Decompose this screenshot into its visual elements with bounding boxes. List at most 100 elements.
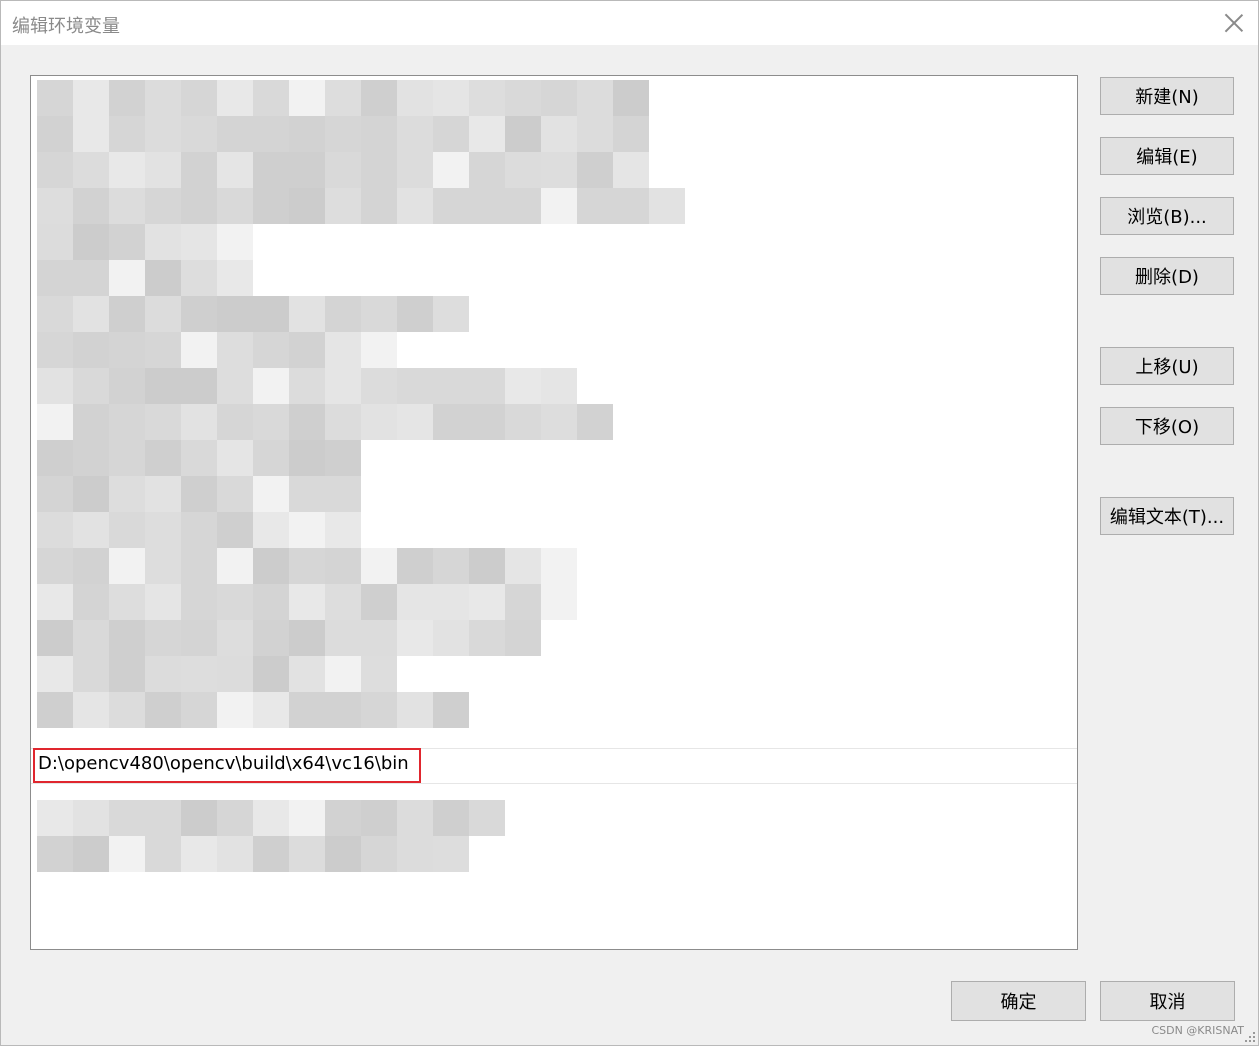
redacted-cell — [145, 116, 181, 152]
redacted-cell — [613, 188, 649, 224]
redacted-cell — [37, 296, 73, 332]
move-down-button[interactable]: 下移(O) — [1100, 407, 1234, 445]
delete-button[interactable]: 删除(D) — [1100, 257, 1234, 295]
redacted-cell — [217, 620, 253, 656]
redacted-cell — [217, 260, 253, 296]
redacted-cell — [217, 188, 253, 224]
redacted-cell — [217, 116, 253, 152]
redacted-cell — [253, 512, 289, 548]
redacted-cell — [37, 368, 73, 404]
redacted-cell — [289, 620, 325, 656]
redacted-cell — [37, 620, 73, 656]
edit-button[interactable]: 编辑(E) — [1100, 137, 1234, 175]
redacted-cell — [577, 116, 613, 152]
redacted-cell — [397, 692, 433, 728]
redacted-cell — [541, 188, 577, 224]
redacted-cell — [109, 188, 145, 224]
redacted-cell — [109, 332, 145, 368]
close-icon[interactable] — [1224, 13, 1244, 33]
edit-text-button[interactable]: 编辑文本(T)... — [1100, 497, 1234, 535]
redacted-cell — [181, 188, 217, 224]
redacted-cell — [469, 548, 505, 584]
ok-button[interactable]: 确定 — [951, 981, 1086, 1021]
redacted-cell — [253, 296, 289, 332]
redacted-cell — [217, 692, 253, 728]
redacted-cell — [73, 188, 109, 224]
redacted-cell — [145, 80, 181, 116]
redacted-cell — [253, 188, 289, 224]
move-up-button[interactable]: 上移(U) — [1100, 347, 1234, 385]
redacted-cell — [505, 620, 541, 656]
redacted-cell — [289, 476, 325, 512]
redacted-cell — [289, 188, 325, 224]
path-list[interactable]: D:\opencv480\opencv\build\x64\vc16\bin — [30, 75, 1078, 950]
redacted-cell — [145, 188, 181, 224]
redacted-cell — [217, 368, 253, 404]
redacted-cell — [325, 620, 361, 656]
redacted-cell — [217, 800, 253, 836]
redacted-cell — [361, 692, 397, 728]
redacted-cell — [73, 80, 109, 116]
redacted-cell — [145, 620, 181, 656]
redacted-cell — [181, 584, 217, 620]
redacted-cell — [37, 476, 73, 512]
redacted-cell — [73, 800, 109, 836]
redacted-cell — [181, 332, 217, 368]
redacted-cell — [541, 584, 577, 620]
redacted-cell — [469, 620, 505, 656]
browse-button[interactable]: 浏览(B)... — [1100, 197, 1234, 235]
redacted-cell — [181, 152, 217, 188]
redacted-cell — [73, 260, 109, 296]
redacted-cell — [37, 656, 73, 692]
redacted-cell — [505, 152, 541, 188]
redacted-cell — [145, 440, 181, 476]
redacted-cell — [109, 116, 145, 152]
redacted-cell — [37, 152, 73, 188]
redacted-cell — [541, 80, 577, 116]
redacted-cell — [109, 152, 145, 188]
redacted-cell — [145, 296, 181, 332]
redacted-cell — [253, 332, 289, 368]
redacted-cell — [433, 620, 469, 656]
redacted-cell — [433, 152, 469, 188]
redacted-cell — [73, 368, 109, 404]
redacted-cell — [397, 836, 433, 872]
cancel-button[interactable]: 取消 — [1100, 981, 1235, 1021]
redacted-cell — [217, 476, 253, 512]
redacted-cell — [181, 116, 217, 152]
redacted-cell — [325, 188, 361, 224]
redacted-cell — [289, 152, 325, 188]
redacted-cell — [109, 296, 145, 332]
redacted-cell — [289, 332, 325, 368]
redacted-cell — [37, 548, 73, 584]
redacted-cell — [361, 656, 397, 692]
redacted-cell — [73, 404, 109, 440]
resize-grip-icon[interactable] — [1244, 1031, 1256, 1043]
redacted-cell — [145, 656, 181, 692]
redacted-cell — [109, 368, 145, 404]
redacted-cell — [361, 152, 397, 188]
redacted-cell — [145, 800, 181, 836]
redacted-cell — [325, 548, 361, 584]
new-button[interactable]: 新建(N) — [1100, 77, 1234, 115]
redacted-cell — [37, 404, 73, 440]
redacted-cell — [289, 116, 325, 152]
redacted-cell — [253, 584, 289, 620]
redacted-cell — [109, 224, 145, 260]
redacted-cell — [325, 152, 361, 188]
redacted-cell — [289, 368, 325, 404]
redacted-cell — [181, 296, 217, 332]
redacted-cell — [37, 692, 73, 728]
redacted-cell — [253, 656, 289, 692]
edit-env-variable-dialog: 编辑环境变量 D:\opencv480\opencv\build\x64\vc1… — [0, 0, 1259, 1046]
redacted-cell — [37, 584, 73, 620]
redacted-cell — [325, 368, 361, 404]
redacted-cell — [73, 692, 109, 728]
redacted-cell — [577, 80, 613, 116]
redacted-cell — [361, 80, 397, 116]
redacted-cell — [325, 584, 361, 620]
redacted-cell — [325, 836, 361, 872]
redacted-cell — [253, 404, 289, 440]
redacted-cell — [397, 548, 433, 584]
redacted-cell — [433, 368, 469, 404]
